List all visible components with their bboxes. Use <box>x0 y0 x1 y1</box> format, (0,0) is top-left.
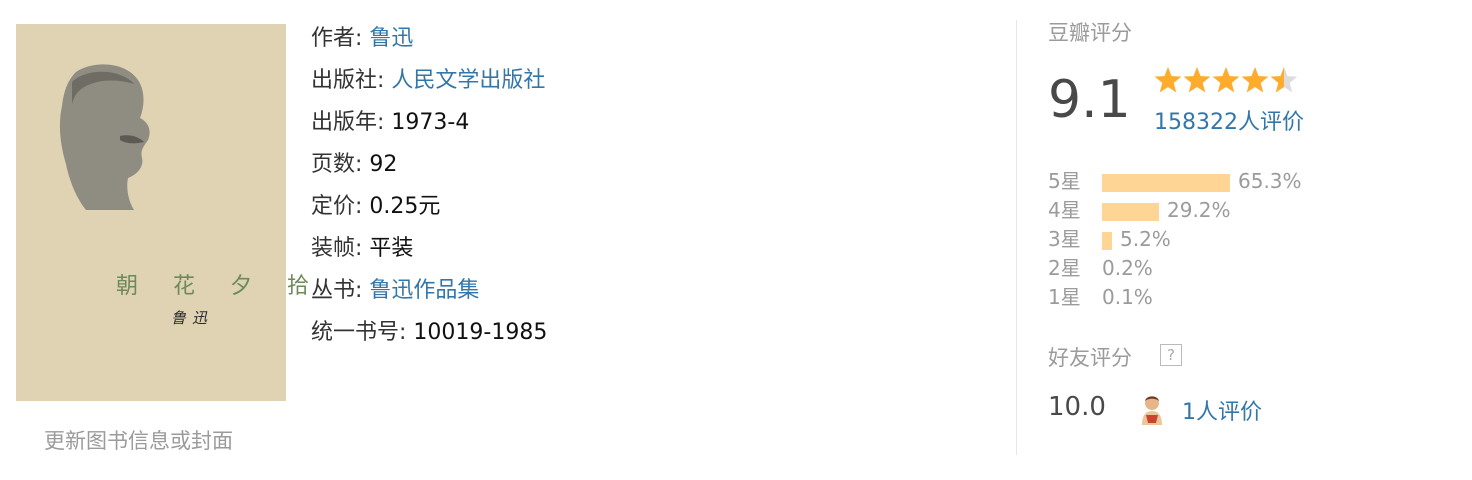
info-row-book-number: 统一书号: 10019-1985 <box>311 314 547 356</box>
info-row-publish-year: 出版年: 1973-4 <box>311 104 547 146</box>
series-link[interactable]: 鲁迅作品集 <box>369 278 479 303</box>
info-row-binding: 装帧: 平装 <box>311 230 547 272</box>
rating-score: 9.1 <box>1048 70 1131 130</box>
info-value: 0.25元 <box>369 194 441 219</box>
section-divider <box>1016 20 1017 455</box>
info-value: 平装 <box>369 236 414 261</box>
star-filled-icon <box>1154 67 1182 93</box>
distribution-percent: 0.2% <box>1102 256 1153 280</box>
distribution-bar <box>1102 202 1159 221</box>
info-label: 出版社: <box>311 68 385 93</box>
distribution-label: 5星 <box>1048 169 1081 193</box>
friends-rating-count-link[interactable]: 1人评价 <box>1182 394 1262 426</box>
distribution-percent: 29.2% <box>1167 198 1231 222</box>
help-icon[interactable]: ? <box>1160 344 1182 366</box>
distribution-row-3: 3星 5.2% <box>1048 225 1302 254</box>
distribution-label: 2星 <box>1048 256 1081 280</box>
star-filled-icon <box>1212 67 1240 93</box>
cover-title: 朝 花 夕 拾 <box>116 274 323 299</box>
rating-panel: 豆瓣评分 9.1 158322人评价 5星 65.3% 4星 29.2% 3星 5.2… <box>1048 16 1458 425</box>
info-label: 统一书号: <box>311 320 407 345</box>
friend-avatar[interactable] <box>1136 393 1168 427</box>
star-filled-icon <box>1241 67 1269 93</box>
book-info: 作者: 鲁迅 出版社: 人民文学出版社 出版年: 1973-4 页数: 92 定… <box>311 20 547 356</box>
distribution-row-5: 5星 65.3% <box>1048 167 1302 196</box>
distribution-percent: 5.2% <box>1120 227 1171 251</box>
distribution-row-4: 4星 29.2% <box>1048 196 1302 225</box>
distribution-label: 3星 <box>1048 227 1081 251</box>
friends-rating-title: 好友评分 <box>1048 346 1132 370</box>
distribution-label: 4星 <box>1048 198 1081 222</box>
rating-count-link[interactable]: 158322人评价 <box>1154 104 1304 136</box>
lu-xun-portrait <box>59 64 150 210</box>
book-cover-image[interactable]: 朝 花 夕 拾 鲁迅 <box>16 24 309 401</box>
distribution-label: 1星 <box>1048 285 1081 309</box>
distribution-percent: 65.3% <box>1238 169 1302 193</box>
distribution-row-1: 1星 0.1% <box>1048 283 1302 312</box>
info-row-series: 丛书: 鲁迅作品集 <box>311 272 547 314</box>
info-label: 出版年: <box>311 110 385 135</box>
distribution-bar <box>1102 231 1112 250</box>
info-label: 丛书: <box>311 278 363 303</box>
distribution-row-2: 2星 0.2% <box>1048 254 1302 283</box>
info-value: 92 <box>369 152 398 177</box>
distribution-bar <box>1102 173 1230 192</box>
rating-distribution: 5星 65.3% 4星 29.2% 3星 5.2% 2星 0.2% 1星 0.1% <box>1048 167 1302 312</box>
info-row-price: 定价: 0.25元 <box>311 188 547 230</box>
rating-stars <box>1154 67 1298 93</box>
info-row-author: 作者: 鲁迅 <box>311 20 547 62</box>
info-row-publisher: 出版社: 人民文学出版社 <box>311 62 547 104</box>
friends-rating-score: 10.0 <box>1048 392 1106 422</box>
rating-title: 豆瓣评分 <box>1048 21 1132 45</box>
info-value: 10019-1985 <box>413 320 548 345</box>
distribution-percent: 0.1% <box>1102 285 1153 309</box>
update-book-info-link[interactable]: 更新图书信息或封面 <box>44 425 233 455</box>
star-filled-icon <box>1183 67 1211 93</box>
info-value: 1973-4 <box>391 110 470 135</box>
author-link[interactable]: 鲁迅 <box>369 26 413 51</box>
info-label: 页数: <box>311 152 363 177</box>
publisher-link[interactable]: 人民文学出版社 <box>391 68 545 93</box>
info-label: 定价: <box>311 194 363 219</box>
info-row-pages: 页数: 92 <box>311 146 547 188</box>
cover-author-signature: 鲁迅 <box>171 309 214 327</box>
info-label: 装帧: <box>311 236 363 261</box>
info-label: 作者: <box>311 26 363 51</box>
